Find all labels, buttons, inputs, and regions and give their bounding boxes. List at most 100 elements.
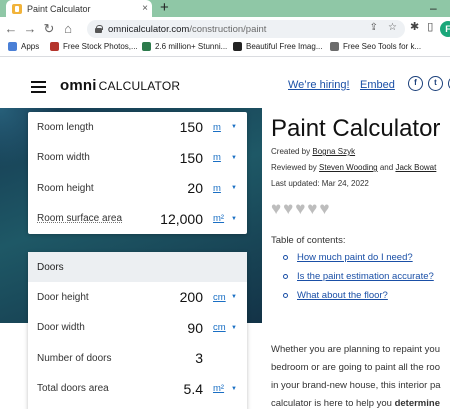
total-doors-area-row: Total doors area 5.4 m² ▼: [28, 374, 247, 405]
room-surface-area-row: Room surface area 12,000 m² ▼: [28, 204, 247, 235]
site-logo[interactable]: omni CALCULATOR: [60, 77, 180, 94]
tab-close-icon[interactable]: ×: [138, 3, 152, 14]
bookmark-star-icon[interactable]: ☆: [388, 22, 397, 33]
chevron-down-icon[interactable]: ▼: [231, 124, 239, 130]
chevron-down-icon[interactable]: ▼: [231, 386, 239, 392]
room-height-input[interactable]: 20: [187, 180, 203, 196]
unit-selector[interactable]: m: [213, 122, 231, 133]
reload-icon[interactable]: ↻: [41, 21, 57, 37]
field-label: Door height: [37, 291, 89, 303]
doors-section-header: Doors: [28, 252, 247, 282]
unit-selector[interactable]: m: [213, 152, 231, 163]
hiring-link[interactable]: We’re hiring!: [288, 79, 350, 91]
total-doors-area-input[interactable]: 5.4: [184, 381, 203, 397]
door-width-row: Door width 90 cm ▼: [28, 313, 247, 344]
created-by: Created by Bogna Szyk: [271, 147, 356, 156]
field-label: Number of doors: [37, 352, 112, 364]
room-surface-area-input[interactable]: 12,000: [160, 211, 203, 227]
lock-icon[interactable]: [95, 25, 103, 33]
heart-icon[interactable]: ♥: [307, 200, 317, 217]
bookmark-item[interactable]: Free Seo Tools for k...: [330, 42, 421, 51]
share-icon[interactable]: ⇪: [370, 22, 378, 33]
toc-title: Table of contents:: [271, 235, 346, 246]
bullet-icon: [283, 254, 288, 260]
field-label: Room height: [37, 182, 94, 194]
bookmark-item[interactable]: Free Stock Photos,...: [50, 42, 138, 51]
room-length-input[interactable]: 150: [180, 119, 203, 135]
new-tab-button[interactable]: +: [160, 0, 169, 17]
home-icon[interactable]: ⌂: [60, 21, 76, 36]
heart-icon[interactable]: ♥: [295, 200, 305, 217]
embed-link[interactable]: Embed: [360, 79, 395, 91]
tab-strip: Paint Calculator × + –: [0, 0, 450, 17]
chevron-down-icon[interactable]: ▼: [231, 216, 239, 222]
bookmark-apps[interactable]: Apps: [8, 42, 39, 51]
heart-icon[interactable]: ♥: [283, 200, 293, 217]
bullet-icon: [283, 292, 288, 298]
omni-favicon-icon: [12, 3, 22, 14]
intro-paragraph-line: bedroom or are going to paint all the ro…: [271, 362, 440, 373]
room-height-row: Room height 20 m ▼: [28, 173, 247, 204]
room-dimensions-card: Room length 150 m ▼ Room width 150 m ▼ R…: [28, 112, 247, 234]
chevron-down-icon[interactable]: ▼: [231, 155, 239, 161]
toc-link[interactable]: What about the floor?: [283, 290, 388, 301]
profile-avatar[interactable]: F: [440, 21, 450, 37]
number-of-doors-row: Number of doors 3: [28, 343, 247, 374]
reviewer-link[interactable]: Jack Bowat: [395, 163, 436, 172]
url-path: /construction/paint: [189, 23, 267, 35]
field-label: Room length: [37, 121, 94, 133]
room-width-input[interactable]: 150: [180, 150, 203, 166]
chevron-down-icon[interactable]: ▼: [231, 294, 239, 300]
twitter-icon[interactable]: t: [428, 76, 443, 91]
bookmark-favicon-icon: [330, 42, 339, 51]
unit-selector[interactable]: m: [213, 183, 231, 194]
heart-icon[interactable]: ♥: [319, 200, 329, 217]
url-host: omnicalculator.com: [108, 23, 190, 35]
tab-title: Paint Calculator: [27, 3, 91, 14]
door-width-input[interactable]: 90: [187, 320, 203, 336]
bookmark-item[interactable]: 2.6 million+ Stunni...: [142, 42, 227, 51]
author-link[interactable]: Bogna Szyk: [312, 147, 355, 156]
field-label: Total doors area: [37, 383, 109, 395]
field-label: Room surface area: [37, 213, 123, 225]
toc-link[interactable]: How much paint do I need?: [283, 252, 413, 263]
apps-grid-icon: [8, 42, 17, 51]
site-header: omniCALCULATOR We’re hiring! Embed f t i…: [0, 57, 450, 108]
field-label: Room width: [37, 152, 90, 164]
menu-icon[interactable]: [31, 81, 46, 93]
reviewer-link[interactable]: Steven Wooding: [319, 163, 378, 172]
address-bar[interactable]: omnicalculator.com/construction/paint ⇪ …: [87, 20, 405, 38]
browser-tab[interactable]: Paint Calculator ×: [6, 0, 152, 17]
forward-icon[interactable]: →: [22, 21, 38, 36]
room-length-row: Room length 150 m ▼: [28, 112, 247, 143]
facebook-icon[interactable]: f: [408, 76, 423, 91]
heart-icon[interactable]: ♥: [271, 200, 281, 217]
bullet-icon: [283, 273, 288, 279]
extensions-area: ✱ ▯: [410, 20, 433, 33]
door-height-row: Door height 200 cm ▼: [28, 282, 247, 313]
chevron-down-icon[interactable]: ▼: [231, 185, 239, 191]
unit-selector[interactable]: cm: [213, 292, 231, 303]
doors-card: Doors Door height 200 cm ▼ Door width 90…: [28, 252, 247, 409]
bookmark-favicon-icon: [50, 42, 59, 51]
unit-selector[interactable]: m²: [213, 213, 231, 224]
reading-list-icon[interactable]: ▯: [427, 20, 433, 33]
field-label: Door width: [37, 322, 85, 334]
minimize-icon[interactable]: –: [430, 1, 437, 15]
extension-icon[interactable]: ✱: [410, 20, 419, 33]
back-icon[interactable]: ←: [3, 21, 19, 36]
intro-paragraph-line: calculator is here to help you determine: [271, 398, 440, 409]
bookmarks-bar: Apps Free Stock Photos,... 2.6 million+ …: [0, 40, 450, 56]
unit-selector[interactable]: m²: [213, 383, 231, 394]
last-updated: Last updated: Mar 24, 2022: [271, 179, 369, 188]
rating-hearts[interactable]: ♥ ♥ ♥ ♥ ♥: [271, 200, 329, 217]
unit-selector[interactable]: cm: [213, 322, 231, 333]
door-height-input[interactable]: 200: [180, 289, 203, 305]
number-of-doors-input[interactable]: 3: [195, 350, 203, 366]
bookmark-item[interactable]: Beautiful Free Imag...: [233, 42, 322, 51]
intro-paragraph-line: Whether you are planning to repaint you: [271, 344, 440, 355]
bookmark-favicon-icon: [142, 42, 151, 51]
toc-link[interactable]: Is the paint estimation accurate?: [283, 271, 434, 282]
room-width-row: Room width 150 m ▼: [28, 143, 247, 174]
chevron-down-icon[interactable]: ▼: [231, 325, 239, 331]
